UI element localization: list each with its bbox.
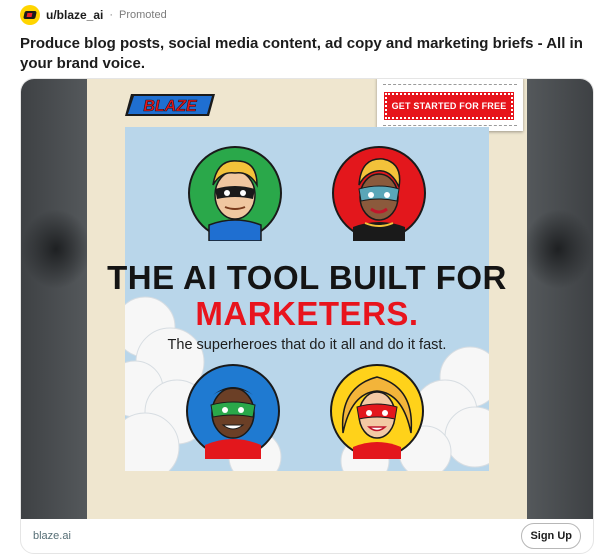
hero-avatar-red <box>332 146 426 241</box>
ad-subline: The superheroes that do it all and do it… <box>167 337 447 353</box>
promoted-post: u/blaze_ai · Promoted Produce blog posts… <box>0 0 604 560</box>
promoted-label: Promoted <box>119 9 167 21</box>
headline-line-2: MARKETERS. <box>195 295 419 332</box>
ad-footer: blaze.ai Sign Up <box>21 519 593 553</box>
ad-card: BLAZE GET STARTED FOR FREE THE AI TOOL B… <box>20 78 594 554</box>
ad-creative: BLAZE GET STARTED FOR FREE THE AI TOOL B… <box>87 79 527 519</box>
ad-domain-link[interactable]: blaze.ai <box>33 530 71 542</box>
media-shadow-right <box>523 209 593 289</box>
hero-avatar-yellow <box>330 364 424 459</box>
post-header: u/blaze_ai · Promoted <box>20 4 167 26</box>
cta-dashed-line-bottom <box>383 125 517 126</box>
cta-tag: GET STARTED FOR FREE <box>377 79 523 131</box>
subreddit-avatar[interactable] <box>20 5 40 25</box>
separator-dot: · <box>109 9 114 21</box>
post-title[interactable]: Produce blog posts, social media content… <box>20 34 590 74</box>
ad-media[interactable]: BLAZE GET STARTED FOR FREE THE AI TOOL B… <box>21 79 593 519</box>
blaze-logo: BLAZE <box>125 94 215 116</box>
headline-line-1: THE AI TOOL BUILT FOR <box>107 259 507 296</box>
username-link[interactable]: u/blaze_ai <box>46 8 103 22</box>
cta-dashed-line-top <box>383 84 517 85</box>
media-shadow-left <box>21 209 91 289</box>
sign-up-button[interactable]: Sign Up <box>521 523 581 549</box>
get-started-button[interactable]: GET STARTED FOR FREE <box>384 92 514 120</box>
hero-avatar-green <box>188 146 282 241</box>
blaze-logo-text: BLAZE <box>143 98 198 115</box>
blaze-logo-icon <box>23 11 37 19</box>
hero-avatar-blue <box>186 364 280 459</box>
